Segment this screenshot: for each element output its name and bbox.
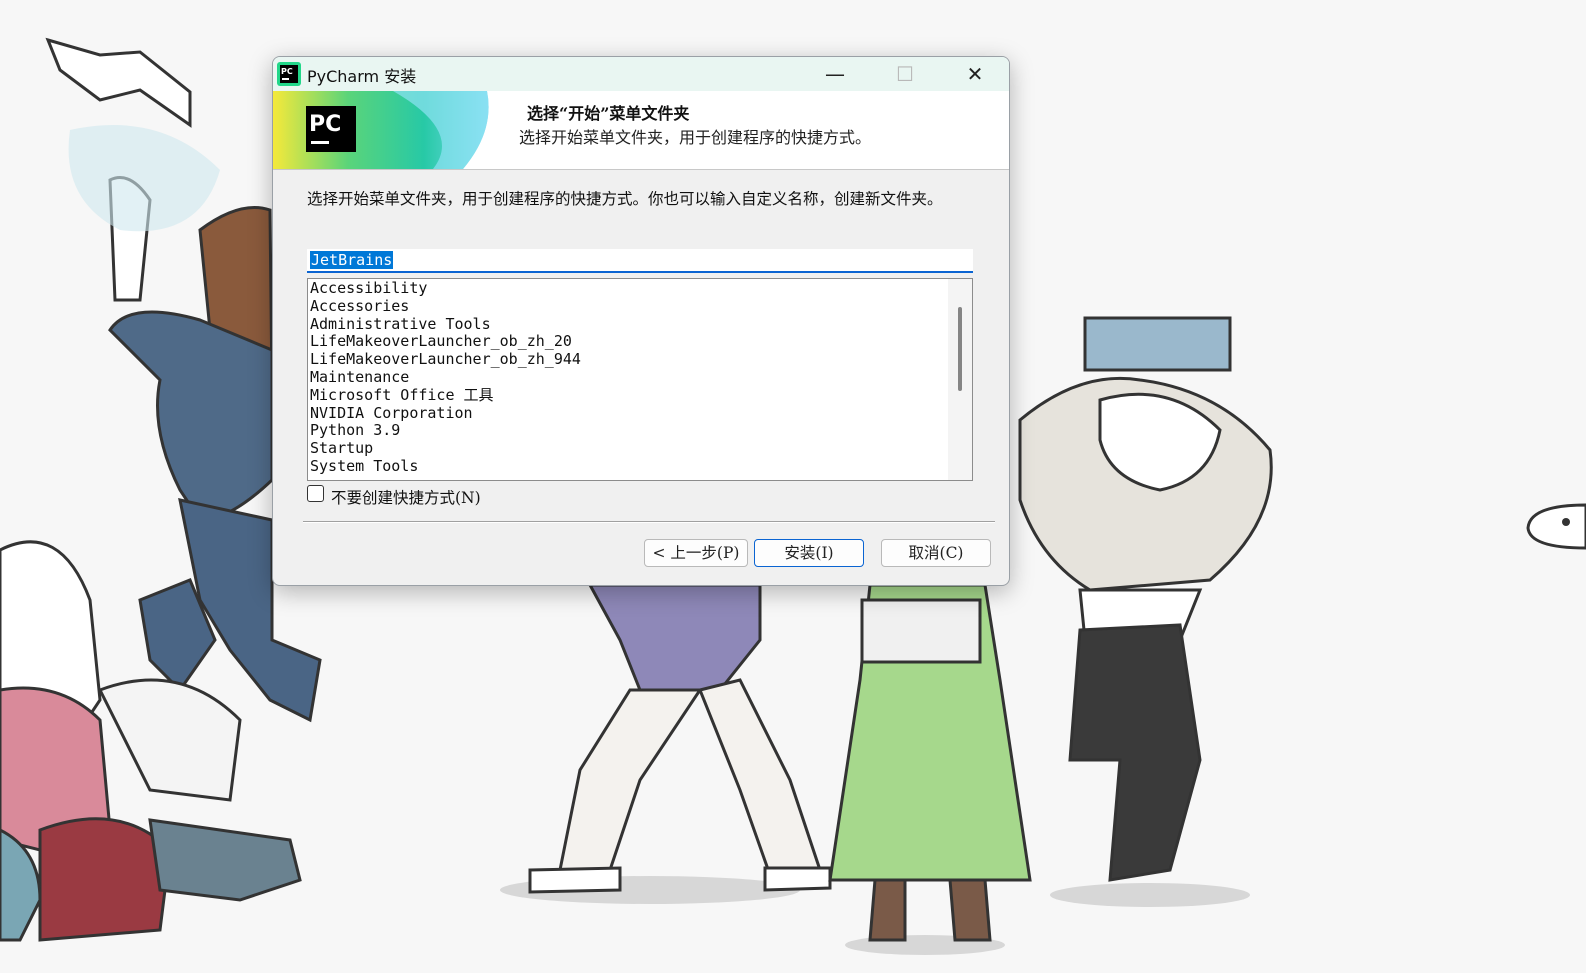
folder-list-item[interactable]: LifeMakeoverLauncher_ob_zh_944 (310, 350, 944, 369)
no-shortcut-label[interactable]: 不要创建快捷方式(N) (331, 486, 481, 508)
folder-list-item[interactable]: Startup (310, 439, 944, 458)
footer-divider (303, 521, 995, 523)
install-button[interactable]: 安装(I) (754, 539, 864, 567)
instructions-text: 选择开始菜单文件夹，用于创建程序的快捷方式。你也可以输入自定义名称，创建新文件夹… (307, 190, 943, 208)
title-bar[interactable]: PC PyCharm 安装 — ☐ ✕ (273, 57, 1009, 91)
maximize-button[interactable]: ☐ (871, 57, 939, 91)
window-title: PyCharm 安装 (307, 67, 417, 86)
installer-window: PC PyCharm 安装 — ☐ ✕ PC 选择“开始”菜单文件夹 选择开始菜… (272, 56, 1010, 586)
folder-list-items: Accessibility Accessories Administrative T… (310, 279, 944, 476)
folder-input-value: JetBrains (310, 251, 394, 269)
folder-list-item[interactable]: Python 3.9 (310, 422, 944, 440)
folder-list-item[interactable]: LifeMakeoverLauncher_ob_zh_20 (310, 333, 944, 351)
folder-list-item[interactable]: Accessories (310, 297, 944, 316)
pycharm-icon: PC (277, 62, 301, 86)
folder-list-item[interactable]: Administrative Tools (310, 315, 944, 334)
folder-list-item[interactable]: Maintenance (310, 368, 944, 387)
wizard-header: PC 选择“开始”菜单文件夹 选择开始菜单文件夹，用于创建程序的快捷方式。 (273, 91, 1009, 170)
scrollbar-thumb[interactable] (958, 307, 962, 391)
svg-text:PC: PC (281, 67, 293, 76)
no-shortcut-checkbox[interactable] (307, 485, 324, 502)
start-menu-folder-list[interactable]: Accessibility Accessories Administrative T… (307, 278, 973, 481)
start-menu-folder-input[interactable]: JetBrains (307, 249, 973, 273)
cancel-button[interactable]: 取消(C) (881, 539, 991, 567)
page-subtitle: 选择开始菜单文件夹，用于创建程序的快捷方式。 (519, 128, 872, 147)
folder-list-item[interactable]: Microsoft Office 工具 (310, 386, 944, 405)
list-scrollbar[interactable] (948, 279, 972, 480)
page-title: 选择“开始”菜单文件夹 (527, 104, 690, 123)
pycharm-banner-graphic: PC (273, 91, 489, 169)
folder-list-item[interactable]: Accessibility (310, 279, 944, 298)
back-button[interactable]: < 上一步(P) (644, 539, 748, 567)
close-button[interactable]: ✕ (941, 57, 1009, 91)
folder-list-item[interactable]: System Tools (310, 457, 944, 476)
banner-logo-text: PC (309, 112, 341, 137)
minimize-button[interactable]: — (801, 57, 869, 91)
folder-list-item[interactable]: NVIDIA Corporation (310, 404, 944, 423)
